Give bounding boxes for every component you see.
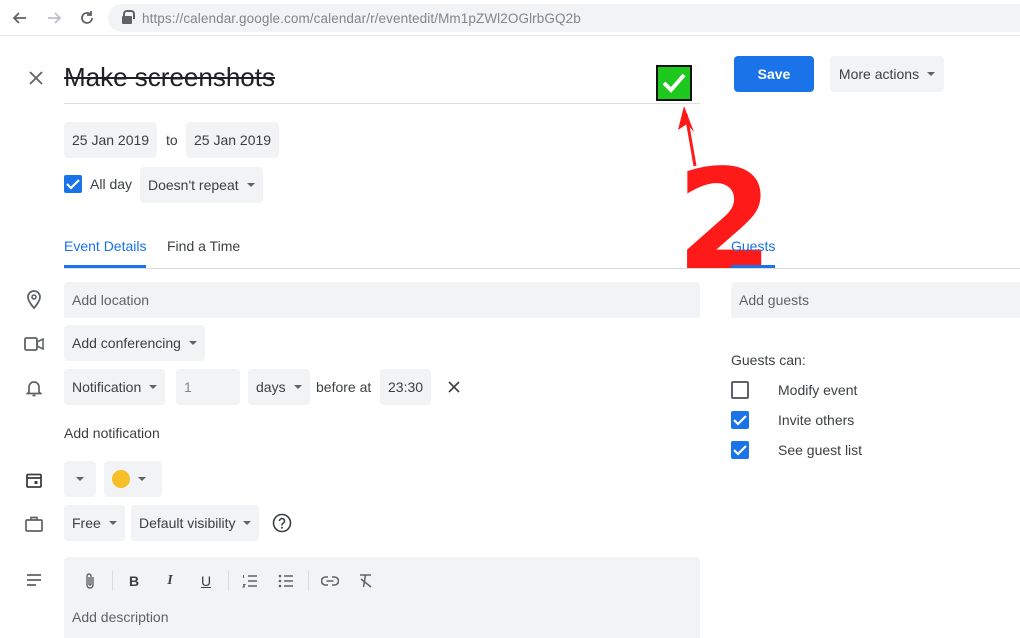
description-placeholder: Add description: [72, 609, 169, 625]
address-bar[interactable]: https://calendar.google.com/calendar/r/e…: [108, 4, 1020, 32]
event-title-input[interactable]: Make screenshots: [64, 58, 700, 104]
chevron-down-icon: [188, 341, 197, 345]
chevron-down-icon: [76, 477, 84, 481]
location-input[interactable]: Add location: [64, 282, 700, 318]
tab-event-details[interactable]: Event Details: [64, 238, 147, 268]
underline-icon[interactable]: U: [194, 569, 218, 593]
invite-others-checkbox[interactable]: [731, 411, 749, 429]
repeat-dropdown[interactable]: Doesn't repeat: [140, 167, 263, 203]
chevron-down-icon: [927, 72, 936, 76]
annotation-number: 2: [676, 140, 774, 303]
modify-event-label: Modify event: [778, 382, 858, 398]
bell-icon: [22, 376, 46, 400]
guests-can-label: Guests can:: [731, 352, 806, 368]
toolbar-divider: [228, 571, 229, 591]
attachment-icon[interactable]: [78, 569, 102, 593]
back-icon[interactable]: [8, 6, 32, 30]
repeat-value: Doesn't repeat: [148, 177, 239, 193]
numbered-list-icon[interactable]: [238, 569, 262, 593]
notification-amount-input[interactable]: 1: [176, 369, 240, 405]
toolbar-divider: [112, 571, 113, 591]
conferencing-dropdown[interactable]: Add conferencing: [64, 325, 205, 361]
notification-time-field[interactable]: 23:30: [380, 369, 432, 405]
event-color-dropdown[interactable]: [104, 461, 162, 497]
all-day-checkbox[interactable]: [64, 175, 82, 193]
more-actions-button[interactable]: More actions: [830, 56, 944, 92]
close-icon[interactable]: [24, 66, 48, 90]
before-at-label: before at: [316, 379, 372, 395]
all-day-label: All day: [90, 176, 133, 192]
availability-label: Free: [72, 515, 101, 531]
invite-others-label: Invite others: [778, 412, 855, 428]
browser-toolbar: https://calendar.google.com/calendar/r/e…: [0, 0, 1020, 36]
description-editor[interactable]: B I U Add description: [64, 557, 700, 638]
save-button[interactable]: Save: [734, 56, 814, 92]
completed-check-icon: [656, 65, 692, 101]
event-title: Make screenshots: [64, 62, 275, 92]
chevron-down-icon: [149, 385, 158, 389]
forward-icon[interactable]: [42, 6, 66, 30]
reload-icon[interactable]: [75, 6, 99, 30]
location-icon: [22, 288, 46, 312]
to-label: to: [166, 132, 178, 148]
chevron-down-icon: [293, 385, 302, 389]
calendar-icon: [22, 468, 46, 492]
add-notification-link[interactable]: Add notification: [64, 425, 160, 441]
notification-unit-dropdown[interactable]: days: [248, 369, 310, 405]
see-guest-list-label: See guest list: [778, 442, 863, 458]
modify-event-checkbox[interactable]: [731, 381, 749, 399]
link-icon[interactable]: [318, 569, 342, 593]
tab-divider: [64, 268, 1020, 269]
tab-find-a-time[interactable]: Find a Time: [167, 238, 240, 268]
start-date-field[interactable]: 25 Jan 2019: [64, 122, 158, 158]
end-date-field[interactable]: 25 Jan 2019: [186, 122, 280, 158]
tab-guests[interactable]: Guests: [731, 238, 776, 268]
description-icon: [22, 568, 46, 592]
video-camera-icon: [22, 332, 46, 356]
url-text: https://calendar.google.com/calendar/r/e…: [142, 10, 581, 26]
color-swatch: [112, 470, 130, 488]
more-actions-label: More actions: [838, 66, 920, 82]
remove-notification-icon[interactable]: [444, 377, 464, 397]
visibility-label: Default visibility: [139, 515, 236, 531]
notification-type-dropdown[interactable]: Notification: [64, 369, 166, 405]
notification-unit-label: days: [256, 379, 286, 395]
chevron-down-icon: [246, 183, 255, 187]
help-icon[interactable]: [271, 512, 293, 534]
visibility-dropdown[interactable]: Default visibility: [131, 505, 260, 541]
see-guest-list-checkbox[interactable]: [731, 441, 749, 459]
italic-icon[interactable]: I: [158, 569, 182, 593]
chevron-down-icon: [108, 521, 117, 525]
calendar-select-dropdown[interactable]: [64, 461, 96, 497]
bulleted-list-icon[interactable]: [274, 569, 298, 593]
chevron-down-icon: [138, 477, 146, 481]
availability-dropdown[interactable]: Free: [64, 505, 125, 541]
toolbar-divider: [308, 571, 309, 591]
briefcase-icon: [22, 512, 46, 536]
notification-type-label: Notification: [72, 379, 142, 395]
bold-icon[interactable]: B: [122, 569, 146, 593]
chevron-down-icon: [243, 521, 252, 525]
conferencing-label: Add conferencing: [72, 335, 181, 351]
clear-formatting-icon[interactable]: [354, 569, 378, 593]
lock-icon: [122, 10, 135, 24]
add-guests-input[interactable]: Add guests: [731, 282, 1020, 318]
